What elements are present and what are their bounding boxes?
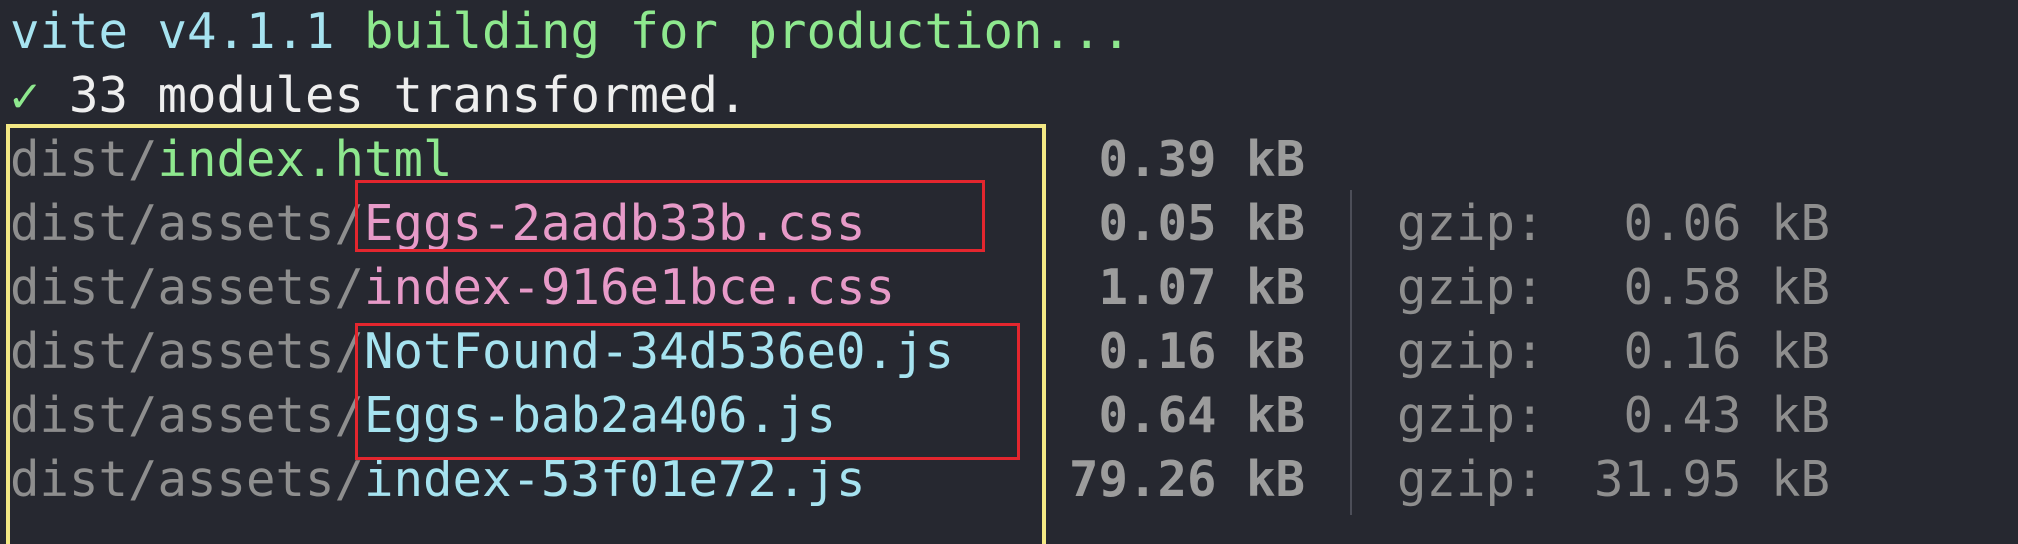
gzip-label: gzip: (1397, 323, 1545, 380)
gzip-size: 0.06 kB (1623, 195, 1830, 252)
file-size: 1.07 kB (1098, 259, 1305, 316)
gzip-size: 0.43 kB (1623, 387, 1830, 444)
file-size: 79.26 kB (1068, 451, 1305, 508)
transform-status-line: ✓ 33 modules transformed. (10, 64, 748, 128)
gzip-size: 31.95 kB (1593, 451, 1830, 508)
build-header-line: vite v4.1.1 building for production... (10, 0, 1131, 64)
gzip-label: gzip: (1397, 387, 1545, 444)
file-size: 0.05 kB (1098, 195, 1305, 252)
file-size: 0.16 kB (1098, 323, 1305, 380)
gzip-label: gzip: (1397, 195, 1545, 252)
build-status-text: building for production... (364, 3, 1132, 60)
file-size: 0.39 kB (1098, 131, 1305, 188)
check-icon: ✓ (10, 67, 40, 124)
column-divider (1350, 190, 1352, 515)
gzip-size: 0.58 kB (1623, 259, 1830, 316)
terminal-window: vite v4.1.1 building for production... ✓… (0, 0, 2018, 544)
gzip-label: gzip: (1397, 259, 1545, 316)
vite-version: vite v4.1.1 (10, 3, 335, 60)
eggs-css-highlight (355, 180, 985, 252)
file-size: 0.64 kB (1098, 387, 1305, 444)
gzip-size: 0.16 kB (1623, 323, 1830, 380)
modules-transformed-text: 33 modules transformed. (69, 67, 748, 124)
lazy-chunks-highlight (355, 323, 1020, 460)
gzip-label: gzip: (1397, 451, 1545, 508)
